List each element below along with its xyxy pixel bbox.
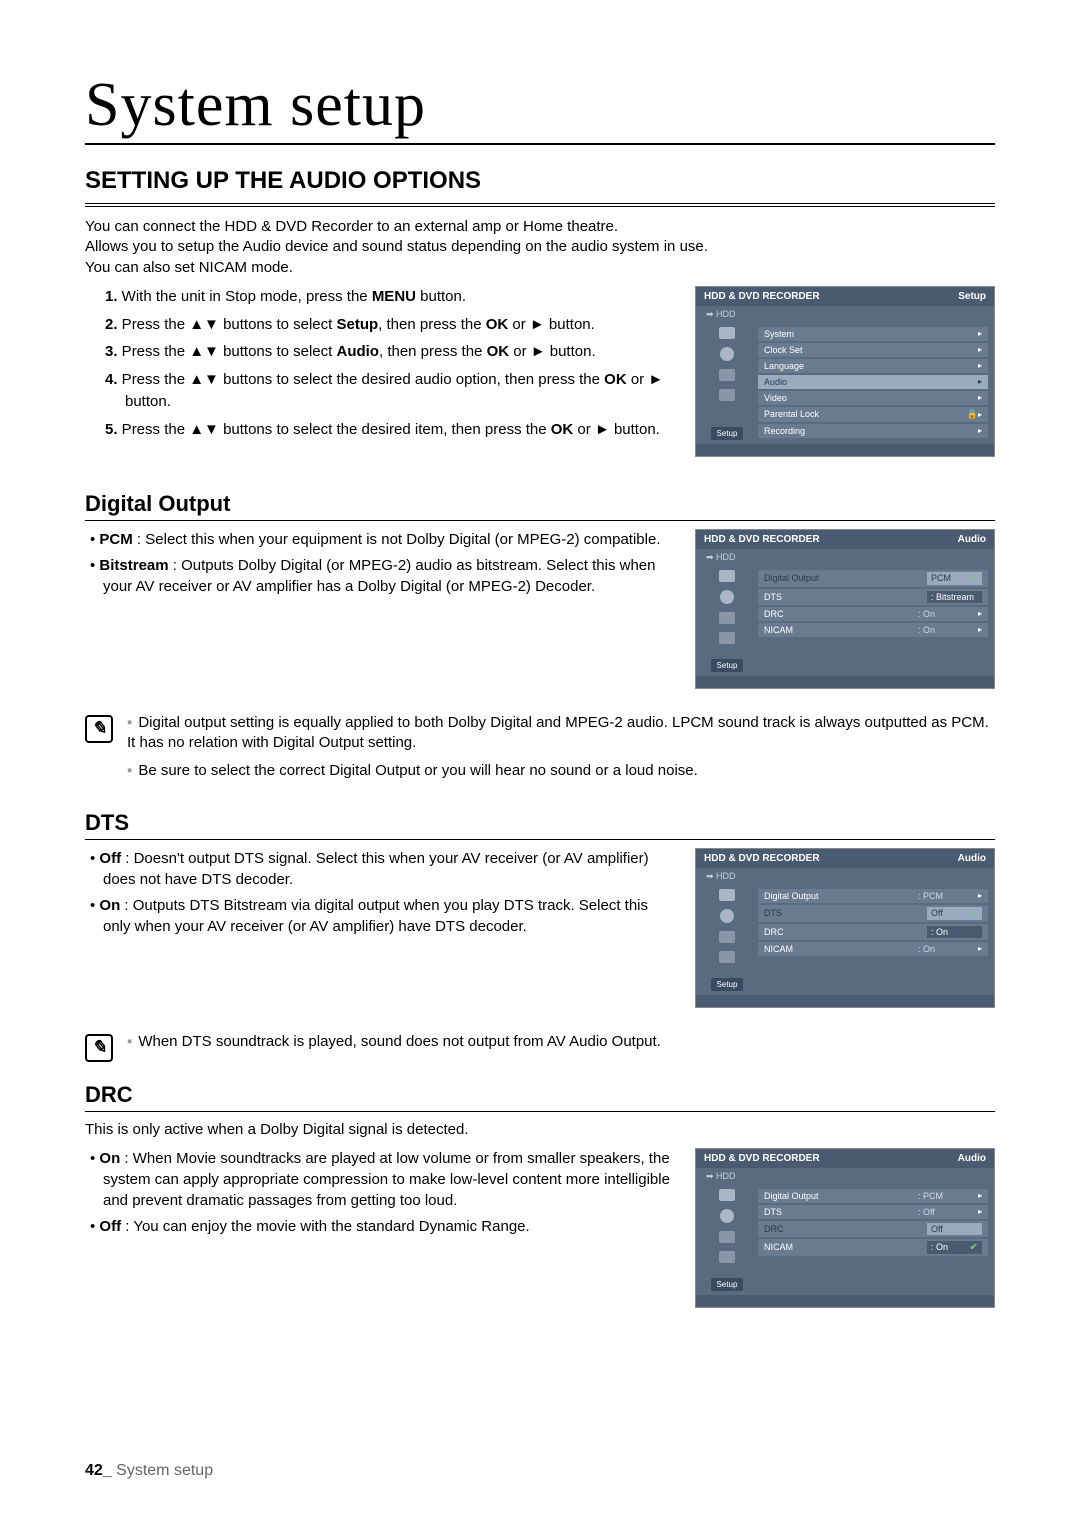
note-icon: ✎ (85, 1034, 113, 1062)
digital-output-bullets: PCM : Select this when your equipment is… (85, 529, 671, 597)
chevron-right-icon: ▸ (978, 944, 982, 953)
bullet-item: On : Outputs DTS Bitstream via digital o… (103, 895, 671, 937)
chevron-right-icon: ▸ (978, 609, 982, 618)
check-icon (719, 632, 735, 644)
tv-icon (719, 327, 735, 339)
check-icon (719, 1251, 735, 1263)
setup-badge: Setup (711, 978, 744, 991)
dts-heading: DTS (85, 810, 995, 840)
page-title: System setup (85, 70, 995, 145)
digital-output-notes: ▪Digital output setting is equally appli… (127, 713, 995, 790)
intro-text: You can connect the HDD & DVD Recorder t… (85, 217, 995, 278)
tv-icon (719, 1189, 735, 1201)
chevron-right-icon: ▸ (978, 345, 982, 354)
disc-icon (720, 347, 734, 361)
chevron-right-icon: ▸ (978, 393, 982, 402)
disc-icon (720, 590, 734, 604)
gear-icon (719, 612, 735, 624)
bullet-item: Bitstream : Outputs Dolby Digital (or MP… (103, 555, 671, 597)
note-item: ▪Be sure to select the correct Digital O… (127, 761, 995, 781)
step-item: 1. With the unit in Stop mode, press the… (125, 286, 671, 308)
osd-menu-item[interactable]: Parental Lock 🔒 ▸ (758, 407, 988, 422)
osd-menu-item[interactable]: Audio ▸ (758, 375, 988, 389)
check-icon: ✔ (970, 908, 978, 919)
lock-icon: 🔒 (967, 409, 978, 420)
osd-sidebar: Setup (696, 566, 758, 676)
osd-menu-item[interactable]: DTS Off ✔ (758, 905, 988, 922)
chevron-right-icon: ▸ (978, 1207, 982, 1216)
gear-icon (719, 931, 735, 943)
note-item: ▪Digital output setting is equally appli… (127, 713, 995, 754)
osd-menu-item[interactable]: DRC : On ▸ (758, 607, 988, 621)
osd-menu-item[interactable]: DTS : Bitstream (758, 589, 988, 605)
chevron-right-icon: ▸ (978, 426, 982, 435)
drc-intro: This is only active when a Dolby Digital… (85, 1120, 995, 1140)
digital-output-heading: Digital Output (85, 491, 995, 521)
disc-icon (720, 1209, 734, 1223)
osd-screenshot-setup: HDD & DVD RECORDERSetup ➡ HDD Setup Syst… (695, 286, 995, 457)
section-underline (85, 203, 995, 207)
dts-bullets: Off : Doesn't output DTS signal. Select … (85, 848, 671, 937)
osd-menu-item[interactable]: Clock Set ▸ (758, 343, 988, 357)
osd-menu-item[interactable]: NICAM : On ✔ (758, 1239, 988, 1256)
osd-menu-item[interactable]: DTS : Off ▸ (758, 1205, 988, 1219)
bullet-item: Off : Doesn't output DTS signal. Select … (103, 848, 671, 890)
osd-menu-item[interactable]: NICAM : On ▸ (758, 623, 988, 637)
note-icon: ✎ (85, 715, 113, 743)
osd-sidebar: Setup (696, 323, 758, 444)
osd-menu-item[interactable]: Recording ▸ (758, 424, 988, 438)
footer-section: System setup (116, 1462, 213, 1479)
section-heading: SETTING UP THE AUDIO OPTIONS (85, 167, 995, 195)
disc-icon (720, 909, 734, 923)
bullet-item: PCM : Select this when your equipment is… (103, 529, 671, 550)
bullet-item: Off : You can enjoy the movie with the s… (103, 1216, 671, 1237)
chevron-right-icon: ▸ (978, 625, 982, 634)
dts-notes: ▪When DTS soundtrack is played, sound do… (127, 1032, 661, 1060)
osd-menu-item[interactable]: Digital Output PCM ✔ (758, 570, 988, 587)
setup-badge: Setup (711, 1278, 744, 1291)
steps-list: 1. With the unit in Stop mode, press the… (85, 286, 671, 441)
chevron-right-icon: ▸ (978, 1191, 982, 1200)
osd-menu-item[interactable]: Digital Output : PCM ▸ (758, 889, 988, 903)
osd-menu-item[interactable]: DRC Off (758, 1221, 988, 1237)
check-icon (719, 951, 735, 963)
page-number: 42_ (85, 1462, 112, 1479)
osd-menu-item[interactable]: Digital Output : PCM ▸ (758, 1189, 988, 1203)
osd-screenshot-digital-output: HDD & DVD RECORDERAudio ➡ HDD Setup Digi… (695, 529, 995, 689)
gear-icon (719, 369, 735, 381)
check-icon (719, 389, 735, 401)
osd-menu-item[interactable]: NICAM : On ▸ (758, 942, 988, 956)
step-item: 2. Press the ▲▼ buttons to select Setup,… (125, 314, 671, 336)
chevron-right-icon: ▸ (978, 329, 982, 338)
page-footer: 42_ System setup (85, 1462, 213, 1480)
check-icon: ✔ (970, 1242, 978, 1253)
osd-menu-item[interactable]: Video ▸ (758, 391, 988, 405)
osd-menu-item[interactable]: Language ▸ (758, 359, 988, 373)
tv-icon (719, 889, 735, 901)
chevron-right-icon: ▸ (978, 891, 982, 900)
drc-bullets: On : When Movie soundtracks are played a… (85, 1148, 671, 1237)
osd-sidebar: Setup (696, 1185, 758, 1295)
bullet-item: On : When Movie soundtracks are played a… (103, 1148, 671, 1211)
osd-sidebar: Setup (696, 885, 758, 995)
note-item: ▪When DTS soundtrack is played, sound do… (127, 1032, 661, 1052)
chevron-right-icon: ▸ (978, 410, 982, 419)
tv-icon (719, 570, 735, 582)
osd-screenshot-dts: HDD & DVD RECORDERAudio ➡ HDD Setup Digi… (695, 848, 995, 1008)
check-icon: ✔ (970, 573, 978, 584)
setup-badge: Setup (711, 659, 744, 672)
step-item: 3. Press the ▲▼ buttons to select Audio,… (125, 341, 671, 363)
chevron-right-icon: ▸ (978, 361, 982, 370)
chevron-right-icon: ▸ (978, 377, 982, 386)
step-item: 4. Press the ▲▼ buttons to select the de… (125, 369, 671, 413)
osd-screenshot-drc: HDD & DVD RECORDERAudio ➡ HDD Setup Digi… (695, 1148, 995, 1308)
drc-heading: DRC (85, 1082, 995, 1112)
gear-icon (719, 1231, 735, 1243)
setup-badge: Setup (711, 427, 744, 440)
osd-menu-item[interactable]: DRC : On (758, 924, 988, 940)
step-item: 5. Press the ▲▼ buttons to select the de… (125, 419, 671, 441)
osd-menu-item[interactable]: System ▸ (758, 327, 988, 341)
